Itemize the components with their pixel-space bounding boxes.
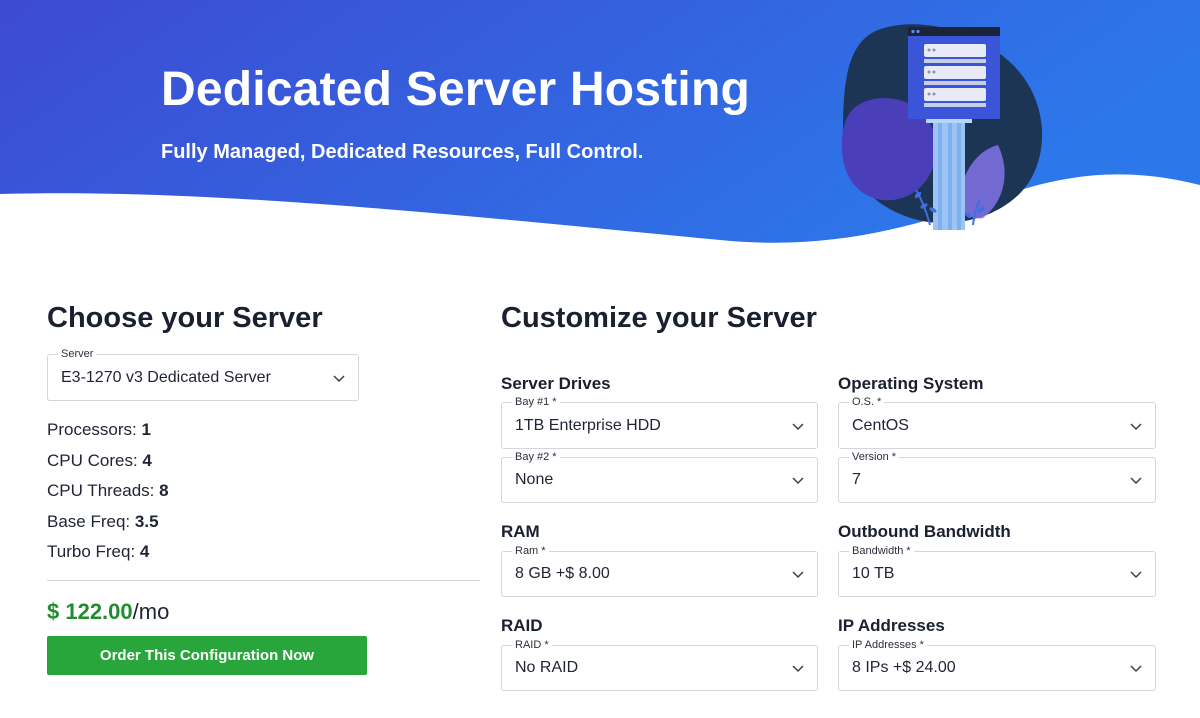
- chevron-down-icon: [1130, 665, 1142, 673]
- spec-value: 4: [142, 451, 152, 470]
- spec-label: Processors:: [47, 420, 137, 439]
- chevron-down-icon: [1130, 422, 1142, 430]
- spec-base-freq: Base Freq: 3.5: [47, 512, 159, 532]
- server-select[interactable]: Server E3-1270 v3 Dedicated Server: [47, 347, 359, 401]
- raid-value: No RAID: [515, 659, 579, 676]
- spec-cpu-threads: CPU Threads: 8: [47, 481, 169, 501]
- price-period: /mo: [132, 599, 170, 624]
- choose-server-heading: Choose your Server: [47, 302, 323, 334]
- ip-addresses-heading: IP Addresses: [838, 616, 945, 635]
- spec-value: 3.5: [134, 512, 159, 531]
- version-select[interactable]: Version * 7: [838, 450, 1156, 503]
- hero-banner: Dedicated Server Hosting Fully Managed, …: [0, 0, 1200, 270]
- customize-server-heading: Customize your Server: [501, 302, 817, 334]
- version-value: 7: [852, 471, 861, 488]
- spec-processors: Processors: 1: [47, 420, 151, 440]
- chevron-down-icon: [1130, 571, 1142, 579]
- raid-heading: RAID: [501, 616, 543, 635]
- spec-value: 8: [159, 481, 169, 500]
- chevron-down-icon: [792, 665, 804, 673]
- chevron-down-icon: [792, 422, 804, 430]
- spec-cpu-cores: CPU Cores: 4: [47, 451, 152, 471]
- page-title: Dedicated Server Hosting: [161, 63, 750, 116]
- server-rack-illustration: [841, 24, 1043, 230]
- os-value: CentOS: [852, 416, 909, 434]
- ram-select[interactable]: Ram * 8 GB +$ 8.00: [501, 544, 818, 597]
- ram-value: 8 GB +$ 8.00: [515, 565, 610, 582]
- spec-turbo-freq: Turbo Freq: 4: [47, 542, 149, 562]
- spec-label: CPU Threads:: [47, 481, 155, 500]
- spec-value: 4: [139, 542, 150, 561]
- operating-system-heading: Operating System: [838, 374, 984, 393]
- chevron-down-icon: [333, 374, 345, 382]
- page-subtitle: Fully Managed, Dedicated Resources, Full…: [161, 141, 644, 163]
- spec-label: CPU Cores:: [47, 451, 138, 470]
- bay2-value: None: [515, 471, 554, 488]
- order-configuration-button[interactable]: Order This Configuration Now: [47, 636, 367, 675]
- bay1-select[interactable]: Bay #1 * 1TB Enterprise HDD: [501, 395, 818, 449]
- os-select[interactable]: O.S. * CentOS: [838, 395, 1156, 449]
- ram-heading: RAM: [501, 522, 540, 541]
- bandwidth-select[interactable]: Bandwidth * 10 TB: [838, 544, 1156, 597]
- ip-addresses-select[interactable]: IP Addresses * 8 IPs +$ 24.00: [838, 638, 1156, 691]
- chevron-down-icon: [792, 477, 804, 485]
- divider: [47, 580, 480, 581]
- spec-value: 1: [141, 420, 151, 439]
- server-select-value: E3-1270 v3 Dedicated Server: [61, 368, 271, 386]
- spec-label: Base Freq:: [47, 512, 131, 531]
- bandwidth-value: 10 TB: [852, 565, 895, 582]
- bandwidth-heading: Outbound Bandwidth: [838, 522, 1011, 541]
- spec-label: Turbo Freq:: [47, 542, 136, 561]
- bay2-select[interactable]: Bay #2 * None: [501, 450, 818, 503]
- server-drives-heading: Server Drives: [501, 374, 611, 393]
- chevron-down-icon: [792, 571, 804, 579]
- raid-select[interactable]: RAID * No RAID: [501, 638, 818, 691]
- price-amount: $ 122.00: [47, 599, 133, 624]
- price: $ 122.00/mo: [47, 599, 169, 625]
- bay1-value: 1TB Enterprise HDD: [515, 416, 661, 434]
- ip-addresses-value: 8 IPs +$ 24.00: [852, 659, 956, 676]
- chevron-down-icon: [1130, 477, 1142, 485]
